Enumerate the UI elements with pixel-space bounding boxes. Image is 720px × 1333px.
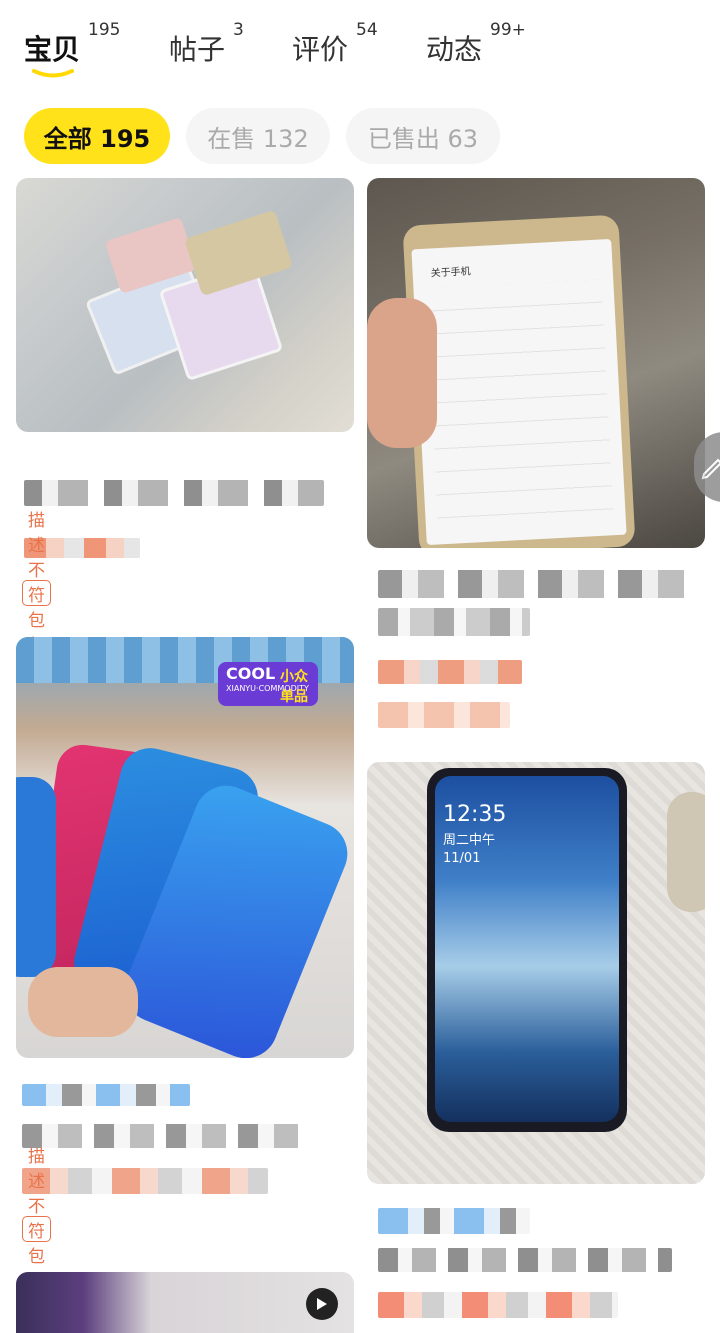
tab-bar: 宝贝 195 帖子 3 评价 54 动态 99+ [0,0,720,96]
blurred-price [378,1292,618,1318]
product-image[interactable]: 12:35 周二中午 11/01 [367,762,705,1184]
filter-all[interactable]: 全部 195 [24,108,170,164]
filter-sold[interactable]: 已售出 63 [346,108,500,164]
tab-activity[interactable]: 动态 99+ [426,20,526,68]
blurred-title [22,1124,304,1148]
product-image[interactable]: 关于手机 [367,178,705,548]
tab-posts[interactable]: 帖子 3 [169,20,244,68]
blurred-title [378,608,530,636]
screen-time: 12:35 [443,802,507,827]
filter-on-sale[interactable]: 在售 132 [186,108,330,164]
blurred-title [24,480,324,506]
blurred-price [378,660,522,684]
badge-line-3: 小众单品 [280,669,308,705]
tab-products[interactable]: 宝贝 195 [24,20,120,68]
screen-date: 周二中午 11/01 [443,833,496,866]
blurred-title [378,570,694,598]
tab-label: 评价 [292,33,349,66]
about-phone-text: 关于手机 [430,266,471,280]
play-icon[interactable] [306,1288,338,1320]
tab-reviews[interactable]: 评价 54 [292,20,378,68]
blurred-title [378,1248,672,1272]
blurred-title [378,1208,530,1234]
return-policy-tag: 描述不符包邮退 [22,1147,51,1317]
tab-count: 54 [356,20,378,40]
tab-count: 99+ [490,20,526,40]
tab-label: 宝贝 [24,33,81,66]
active-tab-underline [32,69,74,78]
tab-label: 帖子 [169,33,226,66]
cool-xianyu-badge: COOL XIANYU·COMMODITY 小众单品 [218,662,318,706]
blurred-price [22,1168,268,1194]
tab-count: 195 [88,20,121,40]
product-image[interactable] [16,178,354,432]
tab-label: 动态 [426,33,483,66]
badge-line-1: COOL [226,664,276,683]
product-image[interactable] [16,1272,354,1333]
blurred-title [22,1084,190,1106]
return-policy-tag: 描述不符包邮退 [22,511,51,681]
tab-count: 3 [233,20,244,40]
blurred-tag [378,702,510,728]
